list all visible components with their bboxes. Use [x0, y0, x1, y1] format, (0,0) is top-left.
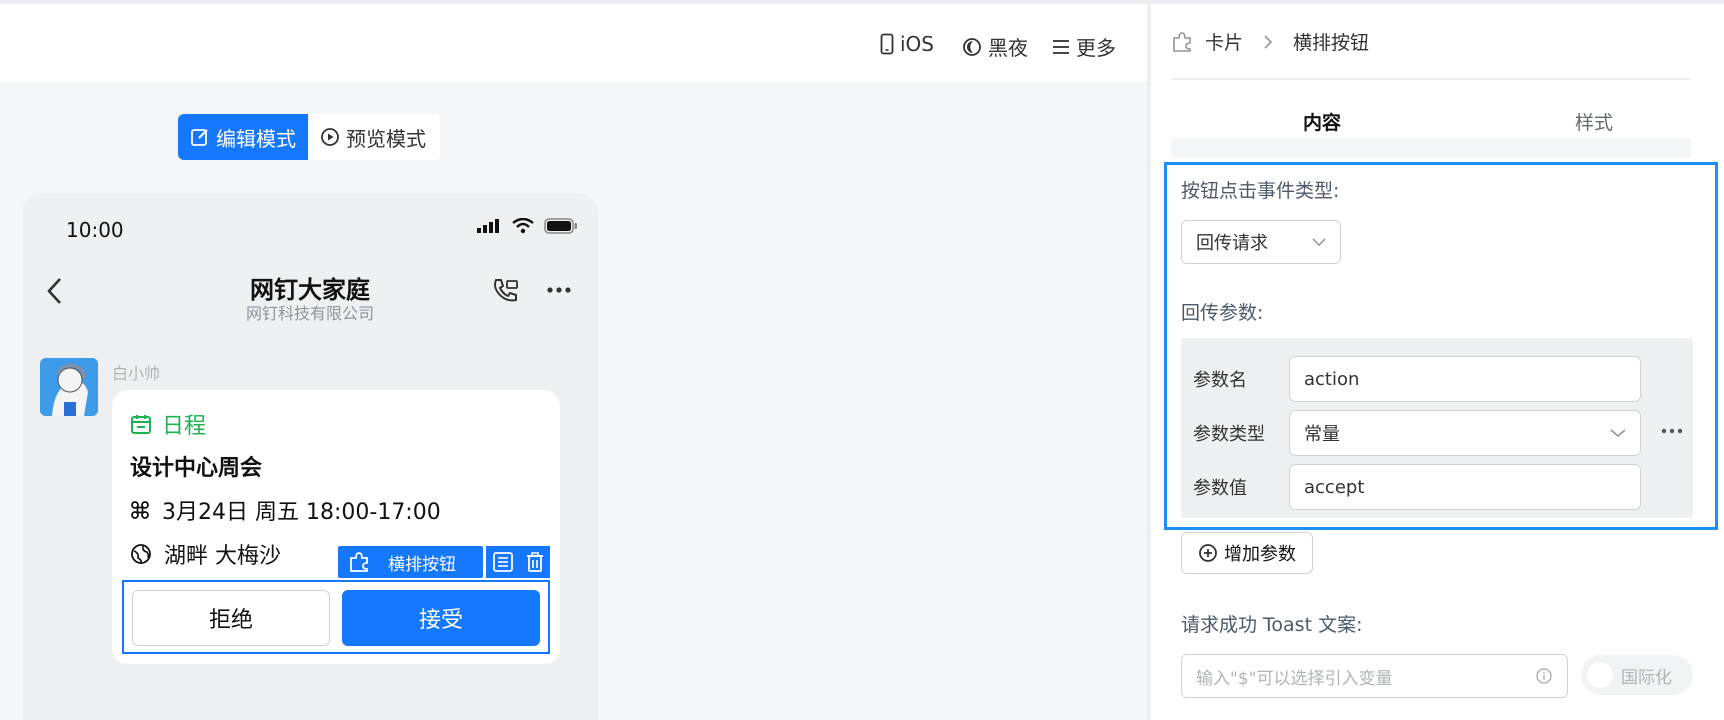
reject-button[interactable]: 拒绝 — [132, 590, 330, 646]
param-value-label: 参数值 — [1193, 478, 1247, 499]
event-type-select[interactable]: 回传请求 — [1181, 220, 1341, 264]
preview-mode-button[interactable]: 预览模式 — [308, 114, 438, 160]
signal-icon — [476, 218, 502, 234]
chevron-down-icon — [1610, 428, 1626, 438]
param-type-value: 常量 — [1304, 424, 1340, 445]
globe-icon — [130, 543, 152, 565]
breadcrumb-current: 横排按钮 — [1293, 32, 1370, 54]
phone-icon — [880, 33, 894, 55]
avatar — [40, 358, 98, 416]
card-title: 设计中心周会 — [130, 456, 263, 481]
param-type-label: 参数类型 — [1193, 424, 1265, 445]
chevron-down-icon — [1312, 237, 1326, 247]
phone-preview: 10:00 网钉大家庭 网钉科技有限公司 白小帅 日程 设计中心周会 3月24日… — [22, 194, 598, 720]
dark-mode-toggle[interactable]: 黑夜 — [962, 32, 1028, 61]
puzzle-icon — [1171, 31, 1193, 53]
i18n-toggle[interactable]: 国际化 — [1581, 655, 1693, 695]
add-param-label: 增加参数 — [1224, 544, 1296, 565]
sender-name: 白小帅 — [112, 364, 161, 383]
tab-style[interactable]: 样式 — [1575, 108, 1613, 135]
properties-panel: 卡片 横排按钮 内容 样式 按钮点击事件类型: 回传请求 回传参数: 参数名 a… — [1151, 4, 1724, 720]
event-type-value: 回传请求 — [1196, 233, 1268, 254]
battery-icon — [544, 218, 578, 234]
mode-switch: 编辑模式 预览模式 — [178, 114, 440, 160]
info-icon — [1535, 667, 1553, 685]
calendar-icon — [130, 413, 152, 435]
copy-icon[interactable] — [492, 551, 514, 573]
edit-mode-label: 编辑模式 — [216, 126, 296, 151]
more-menu-button[interactable]: 更多 — [1052, 32, 1116, 61]
breadcrumb: 卡片 横排按钮 — [1171, 28, 1369, 55]
add-param-button[interactable]: 增加参数 — [1181, 532, 1313, 574]
selected-component-label[interactable]: 横排按钮 — [338, 546, 483, 578]
plus-circle-icon — [1198, 543, 1218, 563]
edit-mode-button[interactable]: 编辑模式 — [178, 114, 308, 160]
section-separator — [1171, 138, 1691, 158]
more-dots-icon[interactable] — [1661, 428, 1683, 434]
card-tag-label: 日程 — [162, 414, 207, 439]
more-label: 更多 — [1076, 36, 1116, 60]
wifi-icon — [512, 218, 534, 234]
play-icon — [320, 127, 340, 147]
breadcrumb-root[interactable]: 卡片 — [1205, 28, 1243, 55]
status-bar-icons — [476, 218, 578, 234]
params-label: 回传参数: — [1181, 302, 1264, 324]
tab-content[interactable]: 内容 — [1303, 108, 1341, 135]
menu-icon — [1052, 39, 1070, 55]
toast-input[interactable]: 输入"$"可以选择引入变量 — [1181, 654, 1568, 698]
toast-placeholder: 输入"$"可以选择引入变量 — [1196, 668, 1393, 689]
more-dots-icon[interactable] — [546, 286, 572, 294]
canvas-toolbar: iOS 黑夜 更多 — [0, 4, 1147, 82]
panel-tabs: 内容 样式 — [1171, 100, 1691, 144]
card-datetime-row: 3月24日 周五 18:00-17:00 — [130, 494, 441, 526]
toast-label: 请求成功 Toast 文案: — [1181, 614, 1363, 636]
command-icon — [130, 500, 150, 520]
trash-icon[interactable] — [525, 551, 545, 573]
ios-toggle[interactable]: iOS — [880, 32, 934, 56]
toggle-knob — [1587, 662, 1613, 688]
puzzle-icon — [348, 551, 370, 573]
moon-icon — [962, 37, 982, 57]
card-location-row: 湖畔 大梅沙 — [130, 538, 281, 570]
card-tag: 日程 — [130, 408, 206, 440]
canvas-area: iOS 黑夜 更多 编辑模式 预览模式 10:00 网钉大家庭 网钉科技有限公司… — [0, 4, 1147, 720]
dark-mode-label: 黑夜 — [988, 36, 1028, 60]
chevron-right-icon — [1263, 34, 1273, 50]
phone-call-icon[interactable] — [490, 276, 520, 306]
param-group: 参数名 action 参数类型 常量 参数值 accept — [1181, 338, 1693, 518]
param-name-label: 参数名 — [1193, 370, 1247, 391]
preview-mode-label: 预览模式 — [346, 126, 426, 151]
event-type-label: 按钮点击事件类型: — [1181, 180, 1340, 202]
param-name-input[interactable]: action — [1289, 356, 1641, 402]
i18n-label: 国际化 — [1621, 667, 1672, 688]
edit-icon — [190, 127, 210, 147]
horizontal-button-group[interactable]: 拒绝 接受 — [122, 580, 550, 654]
card-location: 湖畔 大梅沙 — [164, 544, 281, 569]
accept-button[interactable]: 接受 — [342, 590, 540, 646]
param-type-select[interactable]: 常量 — [1289, 410, 1641, 456]
card-datetime: 3月24日 周五 18:00-17:00 — [162, 500, 441, 525]
status-time: 10:00 — [66, 218, 124, 242]
selected-component-name: 横排按钮 — [388, 554, 456, 575]
param-value-input[interactable]: accept — [1289, 464, 1641, 510]
schedule-card: 日程 设计中心周会 3月24日 周五 18:00-17:00 湖畔 大梅沙 横排 — [112, 390, 560, 664]
divider — [1171, 78, 1691, 80]
selection-toolbar — [486, 546, 550, 578]
ios-label: iOS — [900, 32, 934, 56]
